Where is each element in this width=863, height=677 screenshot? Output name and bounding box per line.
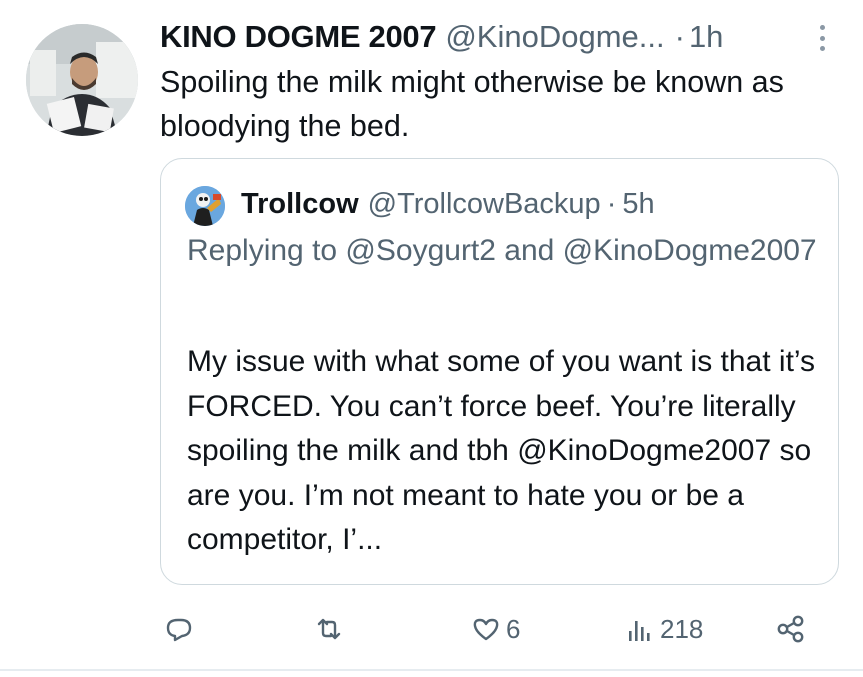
like-count: 6 [506,613,521,644]
heart-icon [473,618,499,641]
repost-icon [317,618,341,640]
quoted-avatar[interactable] [185,186,225,226]
reply-bubble-icon [166,618,192,642]
views-count: 218 [660,613,704,644]
person-avatar-image [26,24,138,136]
divider [0,669,863,671]
repost-button[interactable] [313,605,345,653]
tweet-header: KINO DOGME 2007 @KinoDogme... · 1h [160,14,840,60]
separator-dot: · [606,187,617,220]
avatar[interactable] [26,24,138,136]
quoted-handle[interactable]: @TrollcowBackup [368,188,601,221]
timestamp[interactable]: 1h [689,19,723,55]
cartoon-character-icon [185,186,225,226]
quoted-timestamp[interactable]: 5h [622,188,654,221]
views-bar-icon [629,621,650,641]
separator-dot: · [674,19,685,54]
quoted-header: Trollcow @TrollcowBackup · 5h [241,182,655,226]
share-button[interactable] [775,605,807,653]
author-display-name[interactable]: KINO DOGME 2007 [160,19,437,55]
quoted-display-name[interactable]: Trollcow [241,188,359,221]
quoted-tweet[interactable]: Trollcow @TrollcowBackup · 5h Replying t… [160,158,839,585]
quoted-tweet-text: My issue with what some of you want is t… [187,345,816,556]
like-button[interactable]: 6 [470,605,520,653]
more-options-icon[interactable] [812,22,832,54]
reply-button[interactable] [163,605,195,653]
replying-to-text: Replying to @Soygurt2 and @KinoDogme2007 [187,234,817,267]
share-icon [777,615,804,643]
views-button[interactable]: 218 [624,605,703,653]
action-bar: 6 218 [160,605,840,653]
author-handle[interactable]: @KinoDogme... [445,19,664,55]
tweet-text: Spoiling the milk might otherwise be kno… [160,65,784,143]
